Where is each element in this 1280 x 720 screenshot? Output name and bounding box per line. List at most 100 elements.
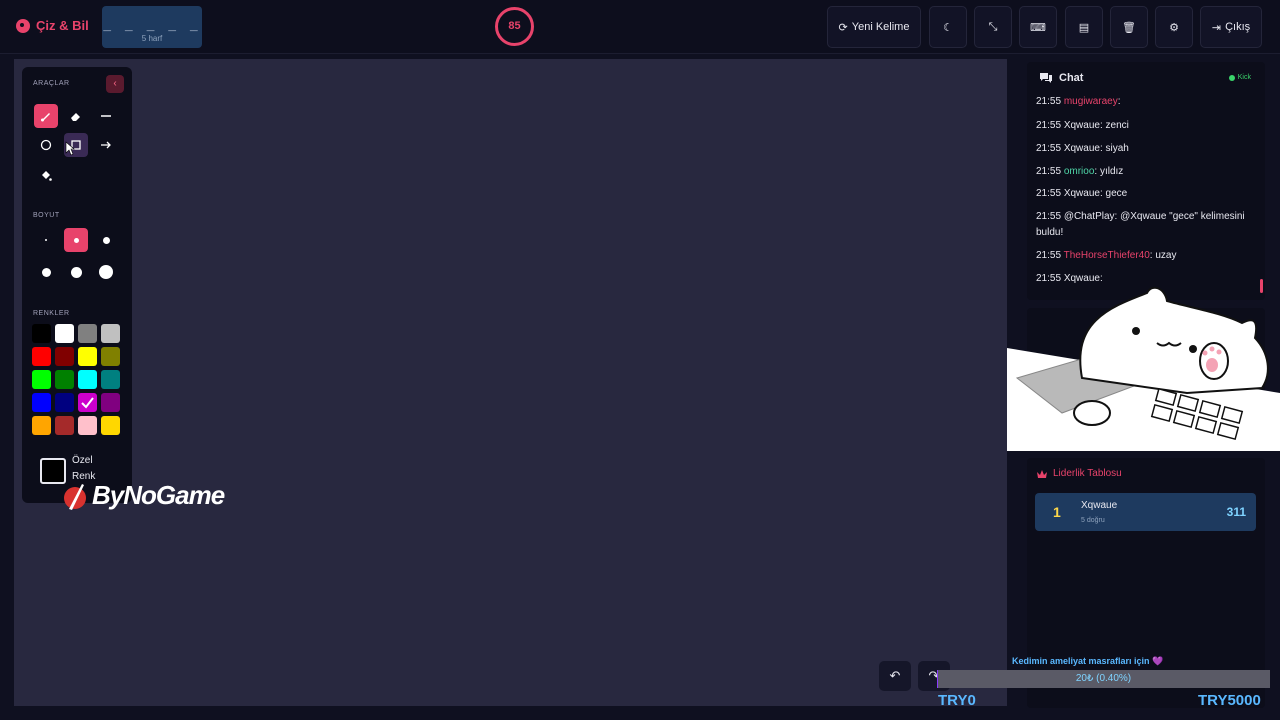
circle-tool[interactable] [34, 133, 58, 157]
moon-icon: ☾ [943, 21, 953, 34]
settings-button[interactable]: ⚙ [1155, 6, 1193, 48]
watermark-text: ByNoGame [92, 480, 225, 510]
message-user[interactable]: @ChatPlay [1064, 211, 1115, 222]
new-word-button[interactable]: ⟳ Yeni Kelime [827, 6, 921, 48]
color-swatch[interactable] [55, 324, 74, 343]
bynogame-logo-icon [64, 483, 86, 510]
player-rank: 1 [1053, 504, 1061, 520]
color-swatch[interactable] [32, 324, 51, 343]
message-user[interactable]: Xqwaue [1064, 143, 1100, 154]
color-swatch[interactable] [32, 370, 51, 389]
color-swatch[interactable] [101, 347, 120, 366]
color-swatch[interactable] [101, 370, 120, 389]
message-text: : uzay [1149, 250, 1177, 261]
size-option-6[interactable] [94, 260, 118, 284]
word-length: 5 harf [141, 34, 163, 43]
color-swatch[interactable] [78, 416, 97, 435]
comments-icon [1040, 73, 1052, 83]
chat-platform: Kick [1237, 74, 1251, 81]
chat-message: 21:55 Xqwaue: gece [1036, 186, 1256, 202]
status-dot-icon [1228, 74, 1235, 81]
size-title: BOYUT [33, 212, 60, 219]
leaderboard-title: Liderlik Tablosu [1053, 468, 1122, 479]
chat-message: 21:55 omrioo: yıldız [1036, 164, 1256, 180]
collapse-panel-button[interactable]: ‹ [106, 75, 124, 93]
leaderboard-row: 1 Xqwaue 5 doğru 311 [1035, 493, 1256, 531]
undo-button[interactable]: ↶ [879, 661, 911, 691]
message-text: : gece [1099, 188, 1128, 199]
sign-out-icon: ⇥ [1211, 21, 1222, 34]
color-swatch[interactable] [32, 416, 51, 435]
size-option-1[interactable] [34, 228, 58, 252]
chat-platform-status: Kick [1228, 74, 1251, 81]
clear-button[interactable]: 🗑 [1110, 6, 1148, 48]
color-swatch[interactable] [32, 393, 51, 412]
app-brand[interactable]: Çiz & Bil [16, 18, 89, 33]
message-user[interactable]: TheHorseThiefer40 [1064, 250, 1150, 261]
chat-message: 21:55 TheHorseThiefer40: uzay [1036, 248, 1256, 264]
fullscreen-button[interactable]: ⤡ [974, 6, 1012, 48]
keyboard-button[interactable]: ⌨ [1019, 6, 1057, 48]
size-option-4[interactable] [34, 260, 58, 284]
color-swatch[interactable] [78, 347, 97, 366]
color-swatch[interactable] [101, 393, 120, 412]
message-time: 21:55 [1036, 211, 1064, 222]
eraser-icon [71, 113, 80, 121]
chat-message: 21:55 Xqwaue: zenci [1036, 118, 1256, 134]
color-swatch[interactable] [78, 324, 97, 343]
chat-message: 21:55 Xqwaue: siyah [1036, 141, 1256, 157]
colors-title: RENKLER [33, 310, 70, 317]
fill-tool[interactable] [34, 164, 58, 188]
exit-button[interactable]: ⇥ Çıkış [1200, 6, 1262, 48]
color-swatch[interactable] [55, 370, 74, 389]
trash-icon: 🗑 [1122, 21, 1136, 34]
archive-button[interactable]: ▤ [1065, 6, 1103, 48]
archive-icon: ▤ [1078, 21, 1090, 34]
message-time: 21:55 [1036, 166, 1064, 177]
donation-max-label: TRY5000 [1198, 692, 1261, 709]
palette-icon [16, 18, 30, 33]
word-blanks: _ _ _ _ _ [103, 17, 201, 32]
player-score: 311 [1226, 505, 1246, 519]
message-user[interactable]: omrioo [1064, 166, 1095, 177]
chat-message: 21:55 mugiwaraey: [1036, 94, 1256, 110]
line-tool[interactable] [94, 104, 118, 128]
donation-amount: 20₺ (0.40%) [1075, 673, 1132, 684]
donation-progress-bar: 20₺ (0.40%) [937, 670, 1270, 688]
check-icon [81, 397, 94, 409]
compress-icon: ⤡ [988, 20, 998, 33]
color-swatch[interactable] [78, 370, 97, 389]
new-word-label: Yeni Kelime [851, 21, 910, 33]
chat-title: Chat [1059, 72, 1084, 84]
drawing-canvas[interactable] [14, 59, 1007, 706]
message-time: 21:55 [1036, 96, 1064, 107]
size-option-5[interactable] [64, 260, 88, 284]
color-swatch[interactable] [55, 416, 74, 435]
word-hint: _ _ _ _ _ 5 harf [102, 6, 202, 48]
color-swatch[interactable] [101, 416, 120, 435]
color-swatch[interactable] [55, 393, 74, 412]
gear-icon: ⚙ [1169, 21, 1179, 34]
message-time: 21:55 [1036, 143, 1064, 154]
color-swatch[interactable] [55, 347, 74, 366]
tools-title: ARAÇLAR [33, 80, 70, 87]
message-user[interactable]: mugiwaraey [1064, 96, 1118, 107]
message-user[interactable]: Xqwaue [1064, 188, 1100, 199]
dark-mode-button[interactable]: ☾ [929, 6, 967, 48]
size-option-2[interactable] [64, 228, 88, 252]
donation-min-label: TRY0 [938, 692, 976, 709]
bynogame-watermark: ByNoGame [62, 480, 225, 511]
size-option-3[interactable] [94, 228, 118, 252]
color-swatch[interactable] [101, 324, 120, 343]
message-time: 21:55 [1036, 250, 1064, 261]
message-text: : zenci [1099, 120, 1129, 131]
color-swatch[interactable] [78, 393, 97, 412]
arrow-right-icon [101, 141, 111, 149]
color-swatch[interactable] [32, 347, 51, 366]
eraser-tool[interactable] [64, 104, 88, 128]
message-user[interactable]: Xqwaue [1064, 120, 1100, 131]
brush-tool[interactable] [34, 104, 58, 128]
player-correct-count: 5 doğru [1081, 517, 1105, 524]
message-text: : siyah [1099, 143, 1129, 154]
arrow-tool[interactable] [94, 133, 118, 157]
